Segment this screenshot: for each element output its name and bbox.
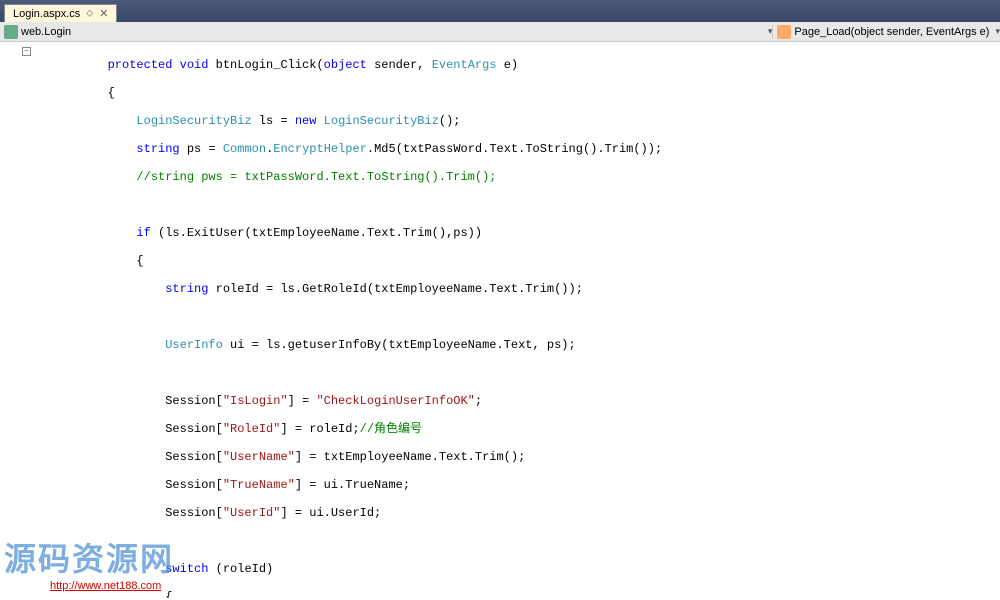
tab-label: Login.aspx.cs [13,8,80,20]
method-icon [777,25,791,39]
close-icon[interactable]: ✕ [99,7,108,20]
class-icon [4,25,18,39]
watermark-url: http://www.net188.com [50,580,161,592]
class-name: web.Login [21,26,71,38]
watermark-text: 源码资源网 [4,534,174,580]
pin-icon[interactable]: ⬦ [86,8,93,19]
code-area[interactable]: protected void btnLogin_Click(object sen… [50,42,1000,598]
class-selector[interactable]: web.Login [0,25,766,39]
code-editor[interactable]: − protected void btnLogin_Click(object s… [0,42,1000,598]
collapse-icon[interactable]: − [22,47,31,56]
tab-bar: Login.aspx.cs ⬦ ✕ [0,0,1000,22]
method-name: Page_Load(object sender, EventArgs e) [794,26,989,38]
chevron-down-icon[interactable]: ▾ [993,26,1000,37]
method-selector[interactable]: Page_Load(object sender, EventArgs e) [772,25,993,39]
file-tab[interactable]: Login.aspx.cs ⬦ ✕ [4,4,117,22]
navigation-bar: web.Login ▾ Page_Load(object sender, Eve… [0,22,1000,42]
gutter: − [0,42,50,598]
